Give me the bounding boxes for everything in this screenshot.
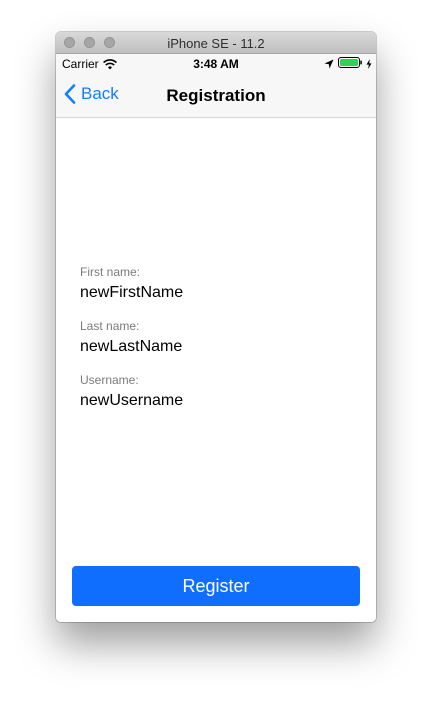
register-button[interactable]: Register [72, 566, 360, 606]
first-name-label: First name: [80, 265, 141, 279]
status-bar: Carrier 3:48 AM [56, 54, 376, 74]
location-icon [324, 58, 334, 68]
battery-icon [338, 57, 362, 68]
last-name-value: newLastName [80, 338, 183, 355]
last-name-label: Last name: [80, 319, 140, 333]
registration-form: First name: newFirstName Last name: newL… [80, 265, 183, 427]
window-titlebar: iPhone SE - 11.2 [56, 32, 376, 54]
status-indicators [324, 57, 372, 69]
page-title: Registration [166, 86, 266, 105]
username-value: newUsername [80, 392, 184, 409]
first-name-field: First name: newFirstName [80, 265, 183, 319]
username-label: Username: [80, 373, 139, 387]
last-name-field: Last name: newLastName [80, 319, 183, 373]
simulator-window: iPhone SE - 11.2 Carrier 3:48 AM Back Re… [56, 32, 376, 622]
first-name-value: newFirstName [80, 284, 184, 301]
window-title: iPhone SE - 11.2 [167, 36, 265, 51]
username-field: Username: newUsername [80, 373, 183, 427]
charge-icon [366, 58, 372, 69]
navigation-bar: Back Registration [56, 74, 376, 118]
device-screen: Carrier 3:48 AM Back Registration First … [56, 54, 376, 622]
